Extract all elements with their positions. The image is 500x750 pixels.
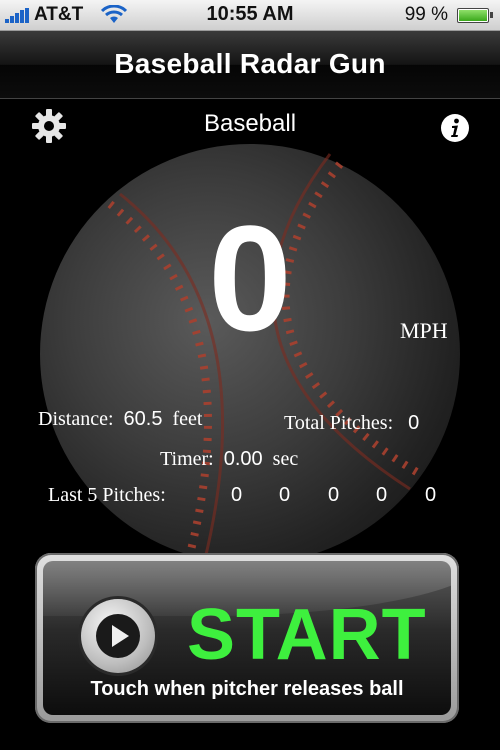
last-pitch-value: 0 xyxy=(425,484,437,506)
total-pitches-row: Total Pitches: 0 xyxy=(284,412,419,435)
distance-value: 60.5 xyxy=(123,408,163,430)
start-hint: Touch when pitcher releases ball xyxy=(90,678,404,700)
last-pitch-value: 0 xyxy=(231,484,243,506)
start-button[interactable]: START Touch when pitcher releases ball xyxy=(35,553,459,723)
distance-row: Distance: 60.5 feet xyxy=(38,408,202,431)
timer-row: Timer: 0.00 sec xyxy=(160,448,298,471)
speed-unit-label: MPH xyxy=(400,318,448,343)
page-title: Baseball Radar Gun xyxy=(114,48,386,79)
last-pitch-value: 0 xyxy=(279,484,291,506)
last-pitch-value: 0 xyxy=(376,484,388,506)
total-pitches-value: 0 xyxy=(408,412,420,434)
last-pitches-label: Last 5 Pitches: xyxy=(48,484,166,506)
total-pitches-label: Total Pitches: xyxy=(284,412,394,434)
last-pitches-row: Last 5 Pitches: 0 0 0 0 0 xyxy=(48,484,468,510)
info-icon[interactable] xyxy=(440,113,470,143)
distance-label: Distance: xyxy=(38,408,114,430)
distance-unit: feet xyxy=(172,408,203,430)
nav-bar: Baseball Radar Gun xyxy=(0,31,500,99)
start-button-face: START Touch when pitcher releases ball xyxy=(43,561,451,715)
battery-icon xyxy=(457,8,489,23)
battery-tip xyxy=(490,12,493,18)
timer-label: Timer: xyxy=(160,448,214,470)
timer-value: 0.00 xyxy=(223,448,263,470)
play-icon xyxy=(96,614,140,658)
status-bar: AT&T 10:55 AM 99 % xyxy=(0,0,500,31)
start-label: START xyxy=(187,595,427,675)
play-button-icon xyxy=(81,599,155,673)
last-pitch-value: 0 xyxy=(328,484,340,506)
main-panel: Baseball 0 MPH Distance: 60.5 feet Total… xyxy=(0,99,500,750)
battery-percent: 99 % xyxy=(404,4,448,25)
timer-unit: sec xyxy=(272,448,299,470)
sport-label: Baseball xyxy=(203,110,297,137)
